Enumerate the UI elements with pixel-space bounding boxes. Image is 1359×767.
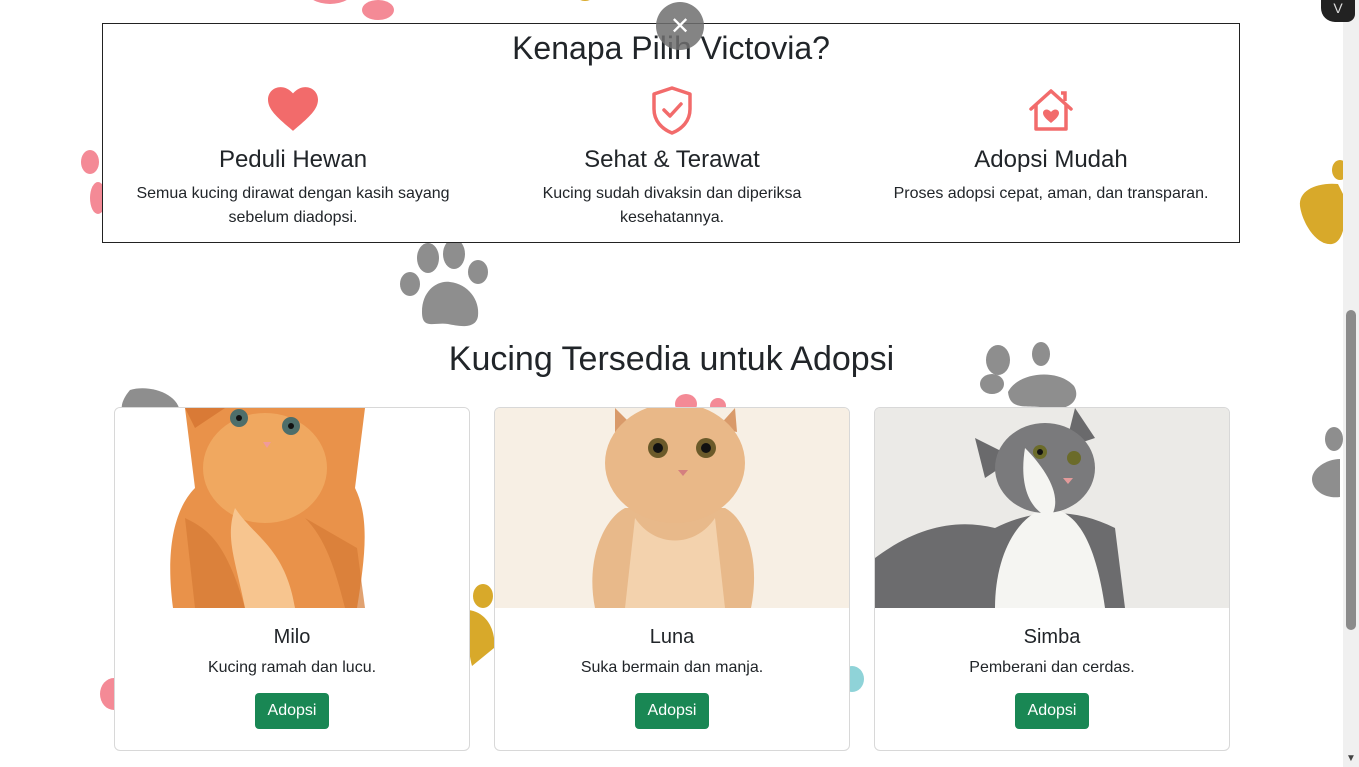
close-button[interactable]: ✕	[656, 2, 704, 50]
house-heart-icon	[861, 84, 1241, 136]
feature-description: Kucing sudah divaksin dan diperiksa kese…	[542, 185, 802, 226]
feature-card: Sehat & Terawat Kucing sudah divaksin da…	[482, 84, 862, 230]
corner-badge[interactable]: V	[1321, 0, 1355, 22]
cat-photo	[115, 408, 469, 608]
feature-title: Adopsi Mudah	[974, 146, 1128, 173]
adopt-button[interactable]: Adopsi	[1014, 693, 1090, 729]
scroll-down-arrow-icon[interactable]: ▼	[1345, 753, 1357, 765]
why-section: Kenapa Pilih Victovia? Peduli Hewan Semu…	[102, 23, 1240, 243]
cat-photo	[495, 408, 849, 608]
feature-description: Proses adopsi cepat, aman, dan transpara…	[893, 185, 1209, 202]
paw-print-decoration	[398, 240, 493, 332]
cat-name: Simba	[1023, 626, 1081, 648]
adopt-button[interactable]: Adopsi	[634, 693, 710, 729]
cat-description: Kucing ramah dan lucu.	[207, 659, 377, 676]
feature-card: Peduli Hewan Semua kucing dirawat dengan…	[103, 84, 483, 230]
available-cats-title: Kucing Tersedia untuk Adopsi	[448, 340, 895, 378]
feature-title: Sehat & Terawat	[584, 146, 760, 173]
feature-description: Semua kucing dirawat dengan kasih sayang…	[136, 185, 450, 226]
cat-card: Simba Pemberani dan cerdas. Adopsi	[874, 407, 1230, 751]
feature-card: Adopsi Mudah Proses adopsi cepat, aman, …	[861, 84, 1241, 206]
shield-check-icon	[482, 84, 862, 136]
adopt-button[interactable]: Adopsi	[254, 693, 330, 729]
cat-card: Luna Suka bermain dan manja. Adopsi	[494, 407, 850, 751]
feature-title: Peduli Hewan	[218, 146, 368, 173]
heart-icon	[103, 84, 483, 136]
paw-print-decoration	[575, 0, 595, 4]
cat-photo	[875, 408, 1229, 608]
cat-description: Pemberani dan cerdas.	[969, 659, 1135, 676]
paw-print-decoration	[1298, 160, 1348, 250]
cat-description: Suka bermain dan manja.	[580, 659, 764, 676]
cat-card: Milo Kucing ramah dan lucu. Adopsi	[114, 407, 470, 751]
cat-name: Milo	[273, 626, 311, 648]
vertical-scrollbar[interactable]: ▲ ▼	[1343, 0, 1359, 767]
cat-name: Luna	[649, 626, 695, 648]
scroll-thumb[interactable]	[1346, 310, 1356, 630]
